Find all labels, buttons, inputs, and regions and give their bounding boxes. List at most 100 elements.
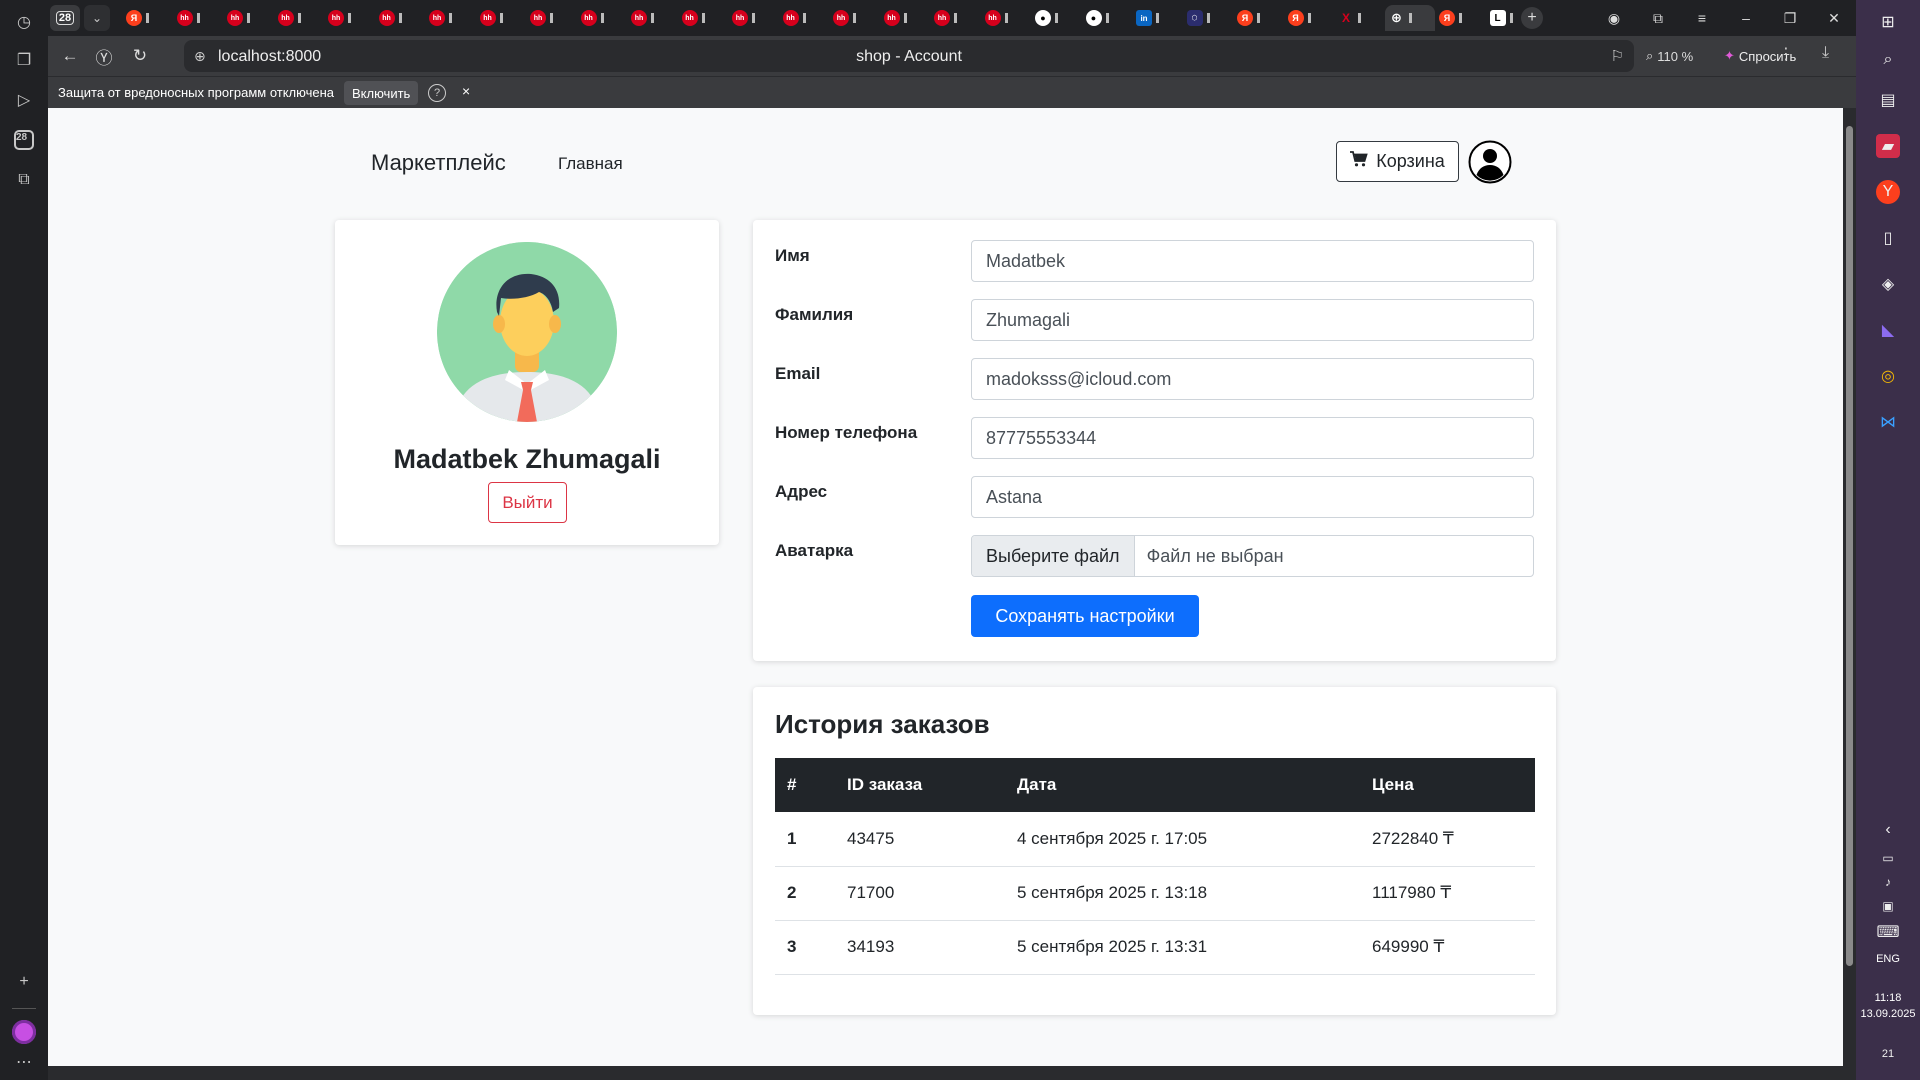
browser-tab[interactable]: hh [678,5,729,31]
email-field[interactable] [971,358,1534,400]
browser-tab[interactable]: hh [779,5,830,31]
browser-tab[interactable]: ● [1031,5,1082,31]
tab-title-fragment [348,13,351,23]
phone-field[interactable] [971,417,1534,459]
app-yellow-icon[interactable]: ◎ [1876,364,1900,388]
browser-tab[interactable]: hh [173,5,224,31]
tab-title-fragment [954,13,957,23]
close-window-button[interactable]: ✕ [1812,0,1856,36]
tray-expand-icon[interactable]: ‹ [1876,818,1900,842]
logout-button[interactable]: Выйти [488,482,567,523]
clock-time[interactable]: 11:18 [1856,992,1920,1004]
browser-tab[interactable]: hh [375,5,426,31]
menu-icon[interactable]: ≡ [1680,0,1724,36]
windows-start-icon[interactable]: ⊞ [1876,10,1900,34]
language-indicator[interactable]: ENG [1856,953,1920,965]
nav-home-link[interactable]: Главная [558,154,623,174]
new-tab-button[interactable]: + [1521,7,1543,29]
hex-favicon-icon: ⬡ [1186,10,1203,26]
clock-date[interactable]: 13.09.2025 [1856,1008,1920,1020]
row-number: 2 [775,866,835,921]
hh-favicon-icon: hh [833,10,849,26]
help-icon[interactable]: ? [428,84,446,102]
browser-tab[interactable]: ⊕ [1384,5,1435,31]
collections-toolbar-icon[interactable]: ⧉ [1636,0,1680,36]
maximize-button[interactable]: ❐ [1768,0,1812,36]
browser-tab[interactable]: hh [981,5,1032,31]
vscode-icon[interactable]: ⋈ [1876,410,1900,434]
tab-title-fragment [1358,13,1361,23]
alice-assistant-icon[interactable] [12,1020,36,1044]
last-name-field[interactable] [971,299,1534,341]
notifications-icon[interactable]: 21 [1876,1042,1900,1066]
browser-tab[interactable]: ● [1082,5,1133,31]
bookmark-icon[interactable]: ⚐ [1611,47,1624,65]
browser-tab[interactable]: in [1132,5,1183,31]
app-red-icon[interactable]: ▰ [1876,134,1900,158]
address-row: Адрес [775,476,1535,518]
visual-studio-icon[interactable]: ◣ [1876,318,1900,342]
task-view-icon[interactable]: ▤ [1876,88,1900,112]
search-icon[interactable]: ⌕ [1876,48,1900,72]
history-icon[interactable]: ◷ [12,10,36,34]
browser-tab[interactable]: hh [274,5,325,31]
hh-favicon-icon: hh [631,10,647,26]
browser-tab[interactable]: hh [728,5,779,31]
browser-tab[interactable]: hh [577,5,628,31]
browser-tab[interactable]: hh [324,5,375,31]
browser-tab[interactable]: hh [829,5,880,31]
url-field[interactable]: ⊕ localhost:8000 shop - Account ⚐ [184,40,1634,72]
screenshot-icon[interactable]: ⧉ [12,168,36,192]
collections-icon[interactable]: ❐ [12,48,36,72]
page-scrollbar[interactable] [1843,108,1856,1066]
browser-tab[interactable]: hh [476,5,527,31]
download-icon[interactable]: ⤓ [1822,44,1829,62]
browser-tab[interactable]: Я [122,5,173,31]
avatar-file-input[interactable]: Выберите файл Файл не выбран [971,535,1534,577]
zoom-indicator[interactable]: ⌕ 110 % [1646,44,1693,68]
gh-favicon-icon: ● [1085,10,1102,26]
chevron-down-icon[interactable]: ⌄ [84,5,110,31]
enable-protection-button[interactable]: Включить [344,81,419,105]
calendar-badge-icon[interactable]: 28 [12,128,36,152]
microphone-icon[interactable]: ♪ [1876,870,1900,894]
address-field[interactable] [971,476,1534,518]
browser-tab[interactable]: ⬡ [1183,5,1234,31]
browser-tab[interactable]: hh [930,5,981,31]
save-settings-button[interactable]: Сохранять настройки [971,595,1199,637]
address-bar: ← Ⓨ ↻ ⊕ localhost:8000 shop - Account ⚐ … [48,36,1856,76]
video-icon[interactable]: ▷ [12,88,36,112]
browser-tab[interactable]: hh [223,5,274,31]
user-avatar-icon[interactable] [1468,140,1512,184]
cart-button[interactable]: Корзина [1336,141,1459,182]
more-icon[interactable]: ⋯ [12,1050,36,1074]
network-icon[interactable]: ▭ [1876,846,1900,870]
site-brand[interactable]: Маркетплейс [371,150,506,176]
browser-tab[interactable]: X [1334,5,1385,31]
file-icon[interactable]: ▯ [1876,226,1900,250]
close-infobar-icon[interactable]: × [462,83,470,99]
more-vertical-icon[interactable]: ⋮ [1778,44,1794,64]
first-name-field[interactable] [971,240,1534,282]
keyboard-icon[interactable]: ⌨ [1876,920,1900,944]
yandex-browser-icon[interactable]: Y [1876,180,1900,204]
url-text: localhost:8000 [218,48,322,65]
display-icon[interactable]: ▣ [1876,894,1900,918]
tab-counter-button[interactable]: 28 [50,5,80,31]
app-dark-icon[interactable]: ◈ [1876,272,1900,296]
browser-tab[interactable]: Я [1233,5,1284,31]
minimize-button[interactable]: – [1724,0,1768,36]
browser-tab[interactable]: Я [1284,5,1335,31]
profile-icon[interactable]: ◉ [1592,0,1636,36]
add-panel-icon[interactable]: + [12,970,36,994]
choose-file-button[interactable]: Выберите файл [972,536,1135,576]
scrollbar-thumb[interactable] [1846,126,1853,966]
back-button[interactable]: ← [58,44,82,68]
browser-tab[interactable]: hh [526,5,577,31]
browser-tab[interactable]: hh [880,5,931,31]
browser-tab[interactable]: Я [1435,5,1486,31]
browser-tab[interactable]: hh [425,5,476,31]
reload-button[interactable]: ↻ [128,44,152,68]
yandex-icon[interactable]: Ⓨ [92,44,116,68]
browser-tab[interactable]: hh [627,5,678,31]
